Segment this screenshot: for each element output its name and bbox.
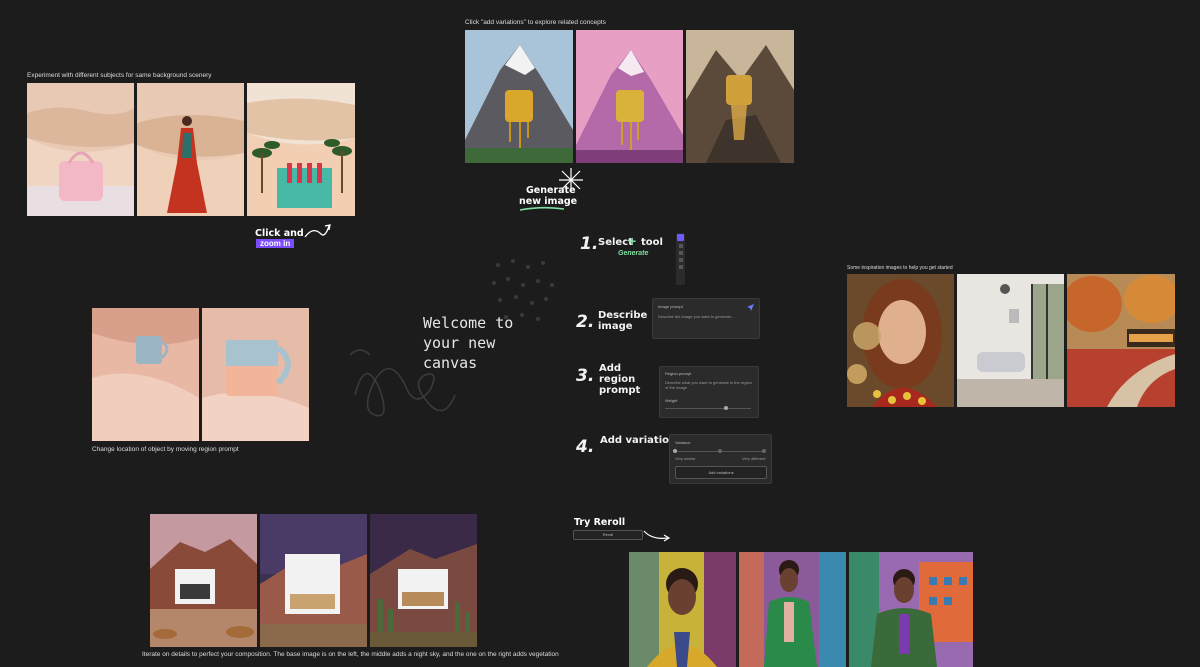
variance-tick [718,449,722,453]
click-and-label: Click and [255,228,304,239]
send-icon[interactable] [747,304,754,311]
house-image-base[interactable] [150,514,257,647]
tool-button[interactable] [678,258,683,262]
house-image-night-sky[interactable] [260,514,367,647]
inspiration-garden-image[interactable] [1067,274,1175,407]
inspiration-woman-image[interactable] [847,274,954,407]
sparkle-icon [559,168,583,192]
variance-left-label: Very similar [675,456,696,461]
variance-right-label: Very different [742,456,766,461]
variation-panel[interactable]: Variance Very similar Very different Add… [669,434,772,484]
mountain-backpack-image-1[interactable] [465,30,573,163]
step-4-title: Add variation [600,435,677,446]
tool-button[interactable] [678,244,683,248]
tool-button[interactable] [678,251,683,255]
step-1-title-suffix: tool [641,237,663,248]
step-3-number: 3. [576,366,595,386]
caption-inspiration: Some inspiration images to help you get … [847,265,953,271]
portrait-image-1[interactable] [629,552,736,667]
mountain-backpack-image-3[interactable] [686,30,794,163]
step-4-number: 4. [576,437,595,457]
region-prompt-label: Region prompt [665,371,692,376]
toolbar-mini [676,233,685,285]
step-2-title: Describe image [598,310,648,332]
mug-image-2[interactable] [202,308,309,441]
underline-doodle [519,206,565,211]
mountain-backpack-image-2[interactable] [576,30,683,163]
image-prompt-panel[interactable]: Image prompt Describe the image you want… [652,298,760,339]
try-reroll-label: Try Reroll [574,517,626,528]
tool-generate-button[interactable] [677,234,684,241]
reroll-button[interactable]: Reroll [573,530,643,540]
caption-variations: Click "add variations" to explore relate… [465,19,606,26]
desert-pool-image[interactable] [247,83,355,216]
image-prompt-input[interactable]: Describe the image you want to generate.… [658,314,734,319]
image-prompt-label: Image prompt [658,304,683,309]
welcome-text: Welcome to your new canvas [423,314,514,372]
portrait-image-2[interactable] [739,552,846,667]
variance-label: Variance [675,440,691,445]
tool-button[interactable] [678,265,683,269]
region-prompt-panel[interactable]: Region prompt Describe what you want to … [659,366,759,418]
weight-label: Weight [665,398,678,403]
region-prompt-input[interactable]: Describe what you want to generate in th… [665,380,753,390]
arrow-icon [643,530,671,542]
plus-icon: + [628,233,637,249]
step-1-number: 1. [580,234,599,254]
inspiration-room-image[interactable] [957,274,1064,407]
desert-bag-image[interactable] [27,83,134,216]
generate-tool-label: Generate [618,250,649,257]
variance-slider-knob[interactable] [673,449,677,453]
arrow-icon [304,224,331,238]
house-image-vegetation[interactable] [370,514,477,647]
add-variations-button[interactable]: Add variations [675,466,767,479]
caption-subjects: Experiment with different subjects for s… [27,72,212,79]
zoom-in-highlight: zoom in [256,239,295,248]
weight-slider[interactable] [665,408,751,409]
mug-image-1[interactable] [92,308,199,441]
variance-tick [762,449,766,453]
desert-woman-image[interactable] [137,83,244,216]
caption-location: Change location of object by moving regi… [92,446,239,453]
portrait-image-3[interactable] [849,552,973,667]
weight-slider-knob[interactable] [724,406,728,410]
caption-iterate: Iterate on details to perfect your compo… [142,651,559,658]
step-2-number: 2. [576,312,595,332]
step-3-title: Add region prompt [599,363,641,396]
